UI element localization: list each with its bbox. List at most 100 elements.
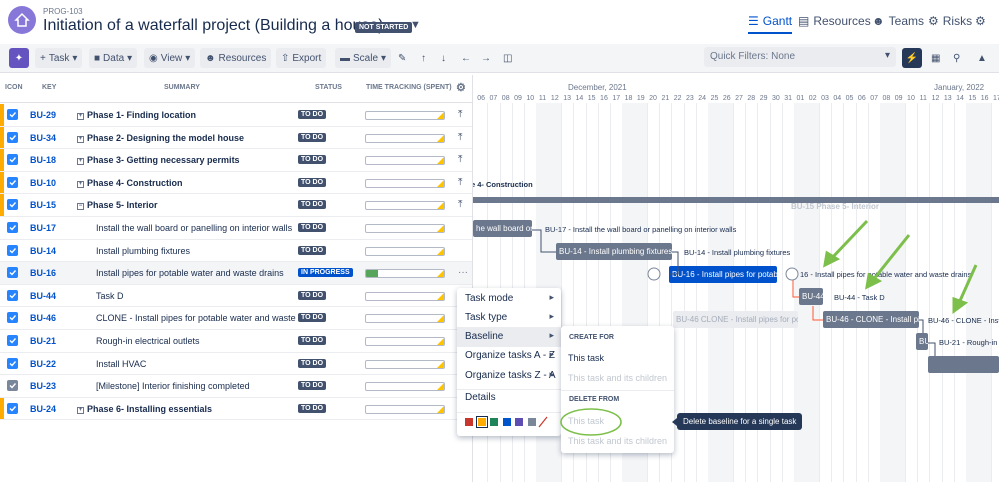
color-swatch[interactable] (501, 417, 512, 427)
table-row[interactable]: BU-24 + Phase 6- Installing essentials TO D… (0, 397, 472, 421)
col-summary[interactable]: SUMMARY (164, 84, 200, 91)
table-row[interactable]: BU-23 [Milestone] Interior finishing comp… (0, 375, 472, 398)
data-menu-button[interactable]: ■ Data ▾ (89, 48, 138, 68)
status-badge[interactable]: NOT STARTED (355, 22, 413, 33)
issue-key-link[interactable]: BU-46 (30, 313, 56, 323)
chevron-down-icon[interactable]: ▼ (410, 19, 421, 31)
collapse-button[interactable]: ▲ (972, 48, 992, 68)
tab-risks[interactable]: ⚙ Risks (928, 14, 972, 28)
menu-item-task-mode[interactable]: Task mode ▸ (457, 289, 561, 309)
table-row[interactable]: BU-16 Install pipes for potable water and… (0, 262, 472, 285)
tab-gantt[interactable]: ☰ Gantt (748, 14, 793, 34)
bar-bu44[interactable]: BU-44 (799, 288, 823, 305)
tab-teams[interactable]: ☻ Teams (872, 14, 924, 28)
status-badge[interactable]: TO DO (298, 290, 327, 300)
bar-bu16[interactable]: BU-16 - Install pipes for potab (669, 266, 777, 283)
issue-key-link[interactable]: BU-15 (30, 200, 56, 210)
collapse-icon[interactable]: − (77, 203, 84, 211)
col-time-tracking[interactable]: TIME TRACKING (SPENT) (366, 84, 452, 91)
menu-item-details[interactable]: Details (457, 388, 561, 408)
bar-bu46[interactable]: BU-46 - CLONE - Install pip (823, 311, 919, 328)
col-icon[interactable]: ICON (5, 84, 23, 91)
issue-key-link[interactable]: BU-21 (30, 336, 56, 346)
status-badge[interactable]: TO DO (298, 313, 327, 323)
status-badge[interactable]: TO DO (298, 132, 327, 142)
status-badge[interactable]: TO DO (298, 200, 327, 210)
table-row[interactable]: BU-22 Install HVAC TO DO (0, 353, 472, 376)
menu-item-baseline[interactable]: Baseline ▸ (457, 327, 561, 347)
bar-bu14[interactable]: BU-14 - Install plumbing fixtures (556, 243, 672, 260)
col-status[interactable]: STATUS (315, 84, 342, 91)
issue-key-link[interactable]: BU-10 (30, 178, 56, 188)
status-badge[interactable]: TO DO (298, 223, 327, 232)
issue-key-link[interactable]: BU-44 (30, 291, 56, 301)
table-row[interactable]: BU-18 + Phase 3- Getting necessary permits… (0, 149, 472, 172)
status-badge[interactable]: IN PROGRESS (298, 268, 353, 278)
pin-icon[interactable]: ⤒ (458, 109, 462, 120)
move-down-button[interactable]: ↓ (436, 48, 451, 68)
issue-key-link[interactable]: BU-29 (30, 110, 56, 120)
table-row[interactable]: BU-46 CLONE - Install pipes for potable w… (0, 307, 472, 330)
expand-icon[interactable]: + (77, 180, 84, 188)
status-badge[interactable]: TO DO (298, 245, 327, 255)
expand-icon[interactable]: + (77, 135, 84, 143)
tab-resources[interactable]: ▤ Resources (798, 14, 871, 28)
table-row[interactable]: BU-21 Rough-in electrical outlets TO DO (0, 330, 472, 353)
table-row[interactable]: BU-17 Install the wall board or panelling… (0, 217, 472, 240)
move-up-button[interactable]: ↑ (416, 48, 431, 68)
expand-icon[interactable]: + (77, 113, 84, 120)
view-menu-button[interactable]: ◉ View ▾ (144, 48, 196, 68)
issue-key-link[interactable]: BU-23 (30, 381, 56, 391)
color-swatch[interactable] (526, 417, 537, 427)
quick-action-button[interactable]: ⚡ (902, 48, 922, 68)
status-badge[interactable]: TO DO (298, 336, 327, 345)
issue-key-link[interactable]: BU-24 (30, 404, 56, 414)
menu-item-sort-az[interactable]: Organize tasks A - Z ▸ (457, 346, 561, 366)
edit-button[interactable]: ✎ (393, 48, 411, 68)
scale-menu-button[interactable]: ▬ Scale ▾ (335, 48, 392, 68)
settings-button[interactable]: ⚙ (975, 14, 986, 28)
color-swatch[interactable] (464, 417, 474, 427)
status-badge[interactable]: TO DO (298, 403, 327, 413)
search-button[interactable]: ⚲ (948, 48, 965, 68)
table-row[interactable]: BU-15 − Phase 5- Interior TO DO ⤒ (0, 194, 472, 217)
pin-icon[interactable]: ⤒ (458, 177, 462, 188)
menu-item-task-type[interactable]: Task type ▸ (457, 308, 561, 328)
expand-icon[interactable]: + (77, 406, 84, 414)
resources-button[interactable]: ☻ Resources (200, 48, 272, 68)
bar-bu17[interactable]: he wall board or p (473, 220, 532, 237)
status-badge[interactable]: TO DO (298, 381, 327, 391)
quick-filters-select[interactable]: Quick Filters: None ▾ (704, 47, 896, 67)
menu-item-sort-za[interactable]: Organize tasks Z - A ▸ (457, 366, 561, 386)
table-row[interactable]: BU-14 Install plumbing fixtures TO DO (0, 240, 472, 263)
ai-button[interactable]: ✦ (9, 48, 29, 68)
export-button[interactable]: ⇧ Export (276, 48, 327, 68)
pin-icon[interactable]: ⤒ (458, 199, 462, 210)
color-swatch[interactable] (475, 416, 488, 428)
table-row[interactable]: BU-10 + Phase 4- Construction TO DO ⤒ (0, 171, 472, 195)
status-badge[interactable]: TO DO (298, 110, 327, 119)
table-row[interactable]: BU-44 Task D TO DO (0, 285, 472, 308)
issue-key-link[interactable]: BU-34 (30, 133, 56, 143)
indent-button[interactable]: → (476, 48, 496, 68)
task-menu-button[interactable]: + Task ▾ (35, 48, 83, 68)
outdent-button[interactable]: ← (456, 48, 476, 68)
no-color-icon[interactable] (538, 416, 548, 428)
table-row[interactable]: BU-29 + Phase 1- Finding location TO DO ⤒ (0, 104, 472, 127)
create-baseline-this-task[interactable]: This task (568, 353, 604, 363)
calendar-button[interactable]: ▦ (926, 48, 945, 68)
expand-icon[interactable]: + (77, 158, 84, 166)
status-badge[interactable]: TO DO (298, 155, 327, 165)
pin-icon[interactable]: ⤒ (458, 132, 462, 143)
table-row[interactable]: BU-34 + Phase 2- Designing the model house… (0, 126, 472, 150)
color-swatch[interactable] (514, 417, 524, 427)
color-swatch[interactable] (489, 417, 499, 427)
status-badge[interactable]: TO DO (298, 358, 327, 368)
issue-key-link[interactable]: BU-18 (30, 155, 56, 165)
issue-key-link[interactable]: BU-22 (30, 359, 56, 369)
issue-key-link[interactable]: BU-14 (30, 246, 56, 256)
delete-button[interactable]: ◫ (498, 48, 517, 68)
status-badge[interactable]: TO DO (298, 177, 327, 187)
phase5-summary-bar[interactable] (473, 197, 999, 203)
more-options-icon[interactable]: ··· (458, 267, 468, 278)
